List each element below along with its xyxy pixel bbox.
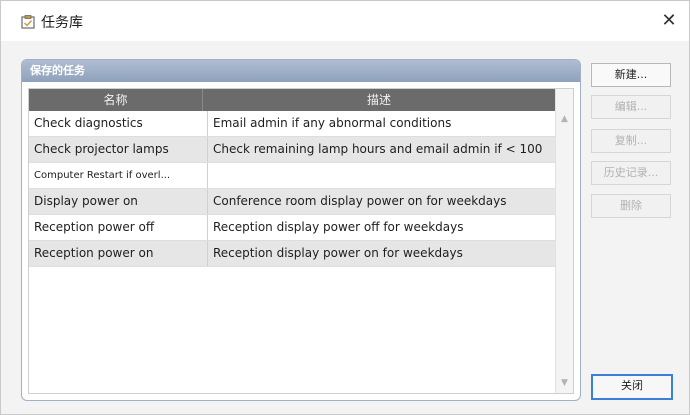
vertical-scrollbar[interactable]: ▲ ▼ xyxy=(555,89,573,393)
task-name: Check projector lamps xyxy=(29,137,208,162)
column-header-description[interactable]: 描述 xyxy=(203,89,556,111)
title-bar: 任务库 ✕ xyxy=(1,1,689,41)
column-header-name[interactable]: 名称 xyxy=(29,89,203,111)
edit-task-button[interactable]: 编辑... xyxy=(591,95,671,119)
task-name: Check diagnostics xyxy=(29,111,208,136)
table-row[interactable]: Reception power on Reception display pow… xyxy=(29,241,556,267)
chevron-up-icon[interactable]: ▲ xyxy=(556,111,573,127)
history-button[interactable]: 历史记录... xyxy=(591,161,671,185)
task-description: Conference room display power on for wee… xyxy=(208,189,556,214)
table-header: 名称 描述 xyxy=(29,89,573,111)
copy-task-button[interactable]: 复制... xyxy=(591,129,671,153)
chevron-down-icon[interactable]: ▼ xyxy=(556,375,573,391)
task-name: Display power on xyxy=(29,189,208,214)
task-description: Email admin if any abnormal conditions xyxy=(208,111,556,136)
new-task-button[interactable]: 新建... xyxy=(591,63,671,87)
task-description: Check remaining lamp hours and email adm… xyxy=(208,137,556,162)
close-dialog-button[interactable]: 关闭 xyxy=(591,374,673,400)
delete-task-button[interactable]: 删除 xyxy=(591,194,671,218)
task-name: Computer Restart if overl... xyxy=(29,163,208,188)
saved-tasks-panel: 保存的任务 名称 描述 Check diagnostics Email admi… xyxy=(21,59,581,401)
table-body: Check diagnostics Email admin if any abn… xyxy=(29,111,556,267)
task-library-icon xyxy=(21,15,35,29)
tasks-table: 名称 描述 Check diagnostics Email admin if a… xyxy=(28,88,574,394)
task-description xyxy=(208,163,556,188)
dialog-title: 任务库 xyxy=(41,15,83,31)
task-library-dialog: 任务库 ✕ 保存的任务 名称 描述 Check diagnostics Emai… xyxy=(0,0,690,415)
table-row[interactable]: Reception power off Reception display po… xyxy=(29,215,556,241)
task-description: Reception display power off for weekdays xyxy=(208,215,556,240)
table-row[interactable]: Check diagnostics Email admin if any abn… xyxy=(29,111,556,137)
table-row[interactable]: Computer Restart if overl... xyxy=(29,163,556,189)
panel-title: 保存的任务 xyxy=(22,60,580,82)
task-description: Reception display power on for weekdays xyxy=(208,241,556,266)
table-row[interactable]: Display power on Conference room display… xyxy=(29,189,556,215)
table-row[interactable]: Check projector lamps Check remaining la… xyxy=(29,137,556,163)
close-icon[interactable]: ✕ xyxy=(659,11,679,31)
task-name: Reception power off xyxy=(29,215,208,240)
task-name: Reception power on xyxy=(29,241,208,266)
